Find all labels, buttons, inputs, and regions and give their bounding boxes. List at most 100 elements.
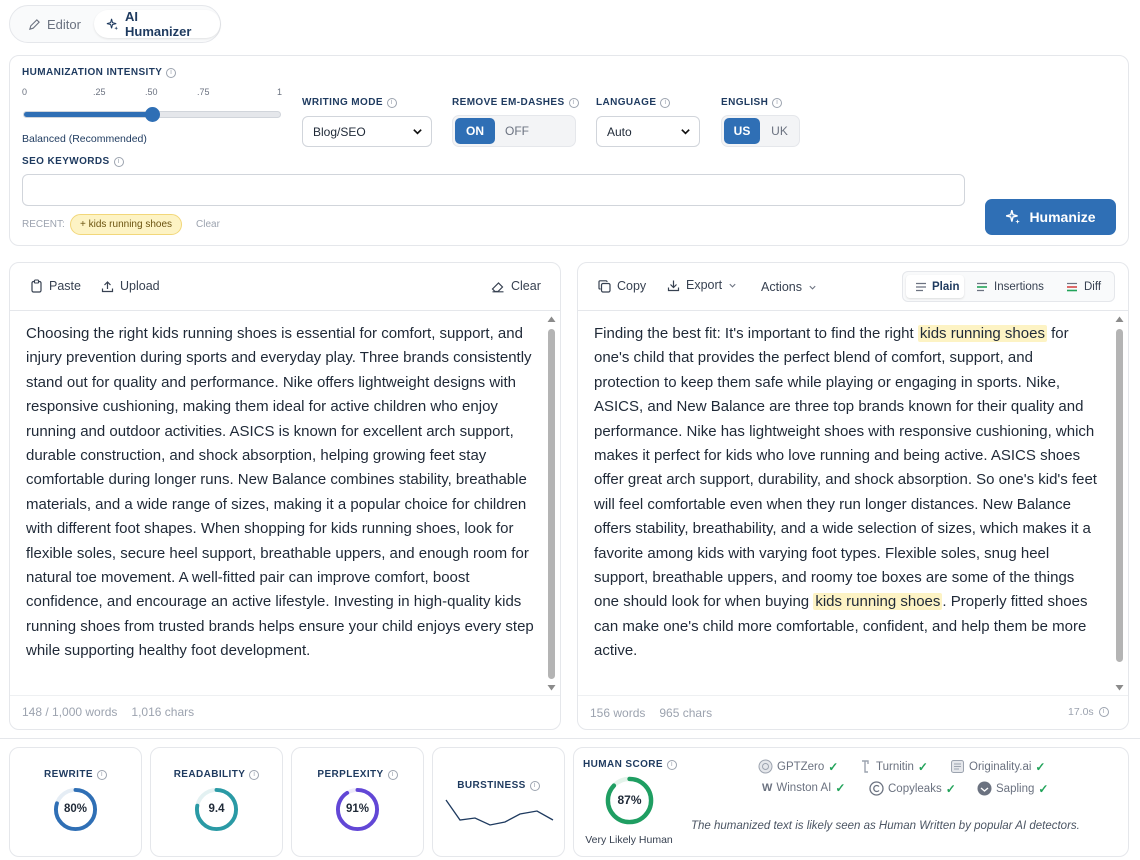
recent-label: RECENT: xyxy=(22,219,65,230)
insertions-icon xyxy=(977,282,987,291)
info-icon[interactable]: i xyxy=(1098,707,1109,717)
input-text[interactable]: Choosing the right kids running shoes is… xyxy=(26,322,538,692)
tab-editor-label: Editor xyxy=(47,16,81,32)
humanize-button-label: Humanize xyxy=(1029,209,1096,225)
tab-ai-humanizer[interactable]: AI Humanizer xyxy=(94,9,220,39)
recent-keyword-chip[interactable]: + kids running shoes xyxy=(70,214,183,235)
output-text-part: for one's child that provides the perfec… xyxy=(594,325,1097,611)
detector-originality: Originality.ai ✓ xyxy=(950,759,1045,774)
recent-clear-link[interactable]: Clear xyxy=(196,219,220,230)
writing-mode-select[interactable]: Blog/SEO xyxy=(302,116,432,147)
writing-mode-label-text: WRITING MODE xyxy=(302,97,383,108)
info-icon[interactable]: i xyxy=(249,769,260,780)
upload-label: Upload xyxy=(120,279,160,293)
perplexity-label-text: PERPLEXITY xyxy=(317,769,384,780)
copy-button[interactable]: Copy xyxy=(598,279,646,293)
scroll-up-icon[interactable] xyxy=(1115,315,1124,323)
writing-mode-value: Blog/SEO xyxy=(313,124,366,139)
english-us-button[interactable]: US xyxy=(724,118,760,144)
input-scroll-thumb[interactable] xyxy=(548,329,555,679)
processing-time: 17.0s i xyxy=(1068,706,1109,718)
detector-note: The humanized text is likely seen as Hum… xyxy=(691,820,1080,832)
em-dash-on-button[interactable]: ON xyxy=(455,118,495,144)
human-score-label: HUMAN SCORE i xyxy=(583,759,677,770)
english-uk-button[interactable]: UK xyxy=(762,118,797,144)
readability-card: READABILITY i 9.4 xyxy=(150,747,283,857)
scroll-up-icon[interactable] xyxy=(547,315,556,323)
info-icon[interactable]: i xyxy=(772,97,783,108)
readability-value: 9.4 xyxy=(208,803,225,815)
sapling-icon xyxy=(977,781,992,796)
em-dash-off-button[interactable]: OFF xyxy=(497,118,537,144)
burstiness-label: BURSTINESS i xyxy=(433,780,564,791)
detector-name: Winston AI xyxy=(776,782,832,794)
clipboard-icon xyxy=(31,279,42,293)
check-icon: ✓ xyxy=(1038,781,1049,796)
perplexity-label: PERPLEXITY i xyxy=(292,769,423,780)
actions-label: Actions xyxy=(761,280,802,294)
output-scroll-thumb[interactable] xyxy=(1116,329,1123,662)
originality-icon xyxy=(951,760,964,773)
diff-icon xyxy=(1067,282,1077,291)
view-insertions-button[interactable]: Insertions xyxy=(976,275,1044,298)
upload-button[interactable]: Upload xyxy=(101,279,160,293)
detector-gptzero: GPTZero ✓ xyxy=(758,759,838,774)
info-icon[interactable]: i xyxy=(568,97,579,108)
paste-button[interactable]: Paste xyxy=(30,279,81,293)
rewrite-value: 80% xyxy=(63,803,88,815)
burstiness-label-text: BURSTINESS xyxy=(457,780,526,791)
readability-label: READABILITY i xyxy=(151,769,282,780)
language-label: LANGUAGE i xyxy=(596,97,671,108)
chevron-down-icon xyxy=(681,129,690,135)
human-score-label-text: HUMAN SCORE xyxy=(583,759,663,770)
view-diff-label: Diff xyxy=(1084,280,1102,293)
paste-label: Paste xyxy=(49,279,81,293)
detector-winston: W Winston AI ✓ xyxy=(762,781,845,795)
output-stats: 156 words 965 chars xyxy=(590,706,712,720)
info-icon[interactable]: i xyxy=(113,156,124,167)
intensity-slider-thumb[interactable] xyxy=(145,107,160,122)
seo-keywords-label: SEO KEYWORDS i xyxy=(22,156,124,167)
turnitin-icon xyxy=(862,760,869,773)
export-dropdown[interactable]: Export xyxy=(667,278,737,292)
view-mode-toggle: Plain Insertions Diff xyxy=(902,271,1115,302)
chevron-down-icon xyxy=(413,129,422,135)
lines-icon xyxy=(916,282,926,291)
info-icon[interactable]: i xyxy=(666,759,677,770)
detector-name: GPTZero xyxy=(777,760,825,773)
humanize-button[interactable]: Humanize xyxy=(985,199,1116,235)
scroll-down-icon[interactable] xyxy=(1115,684,1124,692)
processing-time-value: 17.0s xyxy=(1068,706,1094,718)
detector-name: Originality.ai xyxy=(969,760,1032,773)
intensity-caption: Balanced (Recommended) xyxy=(22,133,147,145)
seo-keywords-input[interactable] xyxy=(22,174,965,206)
intensity-slider[interactable] xyxy=(23,107,281,122)
pencil-icon xyxy=(29,18,40,30)
language-value: Auto xyxy=(607,124,632,139)
chevron-down-icon xyxy=(729,283,736,288)
output-text[interactable]: Finding the best fit: It's important to … xyxy=(594,322,1100,692)
actions-dropdown[interactable]: Actions xyxy=(761,280,817,294)
info-icon[interactable]: i xyxy=(387,769,398,780)
tick-0: 0 xyxy=(22,87,28,97)
intensity-slider-fill xyxy=(24,112,152,117)
seo-keywords-label-text: SEO KEYWORDS xyxy=(22,156,110,167)
info-icon[interactable]: i xyxy=(529,780,540,791)
view-diff-button[interactable]: Diff xyxy=(1066,275,1101,298)
input-scrollbar[interactable] xyxy=(546,314,556,694)
tab-editor[interactable]: Editor xyxy=(16,10,93,38)
view-plain-button[interactable]: Plain xyxy=(906,275,964,298)
info-icon[interactable]: i xyxy=(386,97,397,108)
output-scrollbar[interactable] xyxy=(1114,314,1124,694)
info-icon[interactable]: i xyxy=(166,67,177,78)
tick-25: .25 xyxy=(93,87,106,97)
info-icon[interactable]: i xyxy=(660,97,671,108)
info-icon[interactable]: i xyxy=(96,769,107,780)
clear-input-button[interactable]: Clear xyxy=(491,279,541,293)
language-select[interactable]: Auto xyxy=(596,116,700,147)
copyleaks-icon xyxy=(869,781,884,796)
tab-ai-humanizer-label: AI Humanizer xyxy=(124,9,192,39)
view-plain-label: Plain xyxy=(932,280,960,293)
scroll-down-icon[interactable] xyxy=(547,684,556,692)
input-stats: 148 / 1,000 words 1,016 chars xyxy=(22,705,194,719)
